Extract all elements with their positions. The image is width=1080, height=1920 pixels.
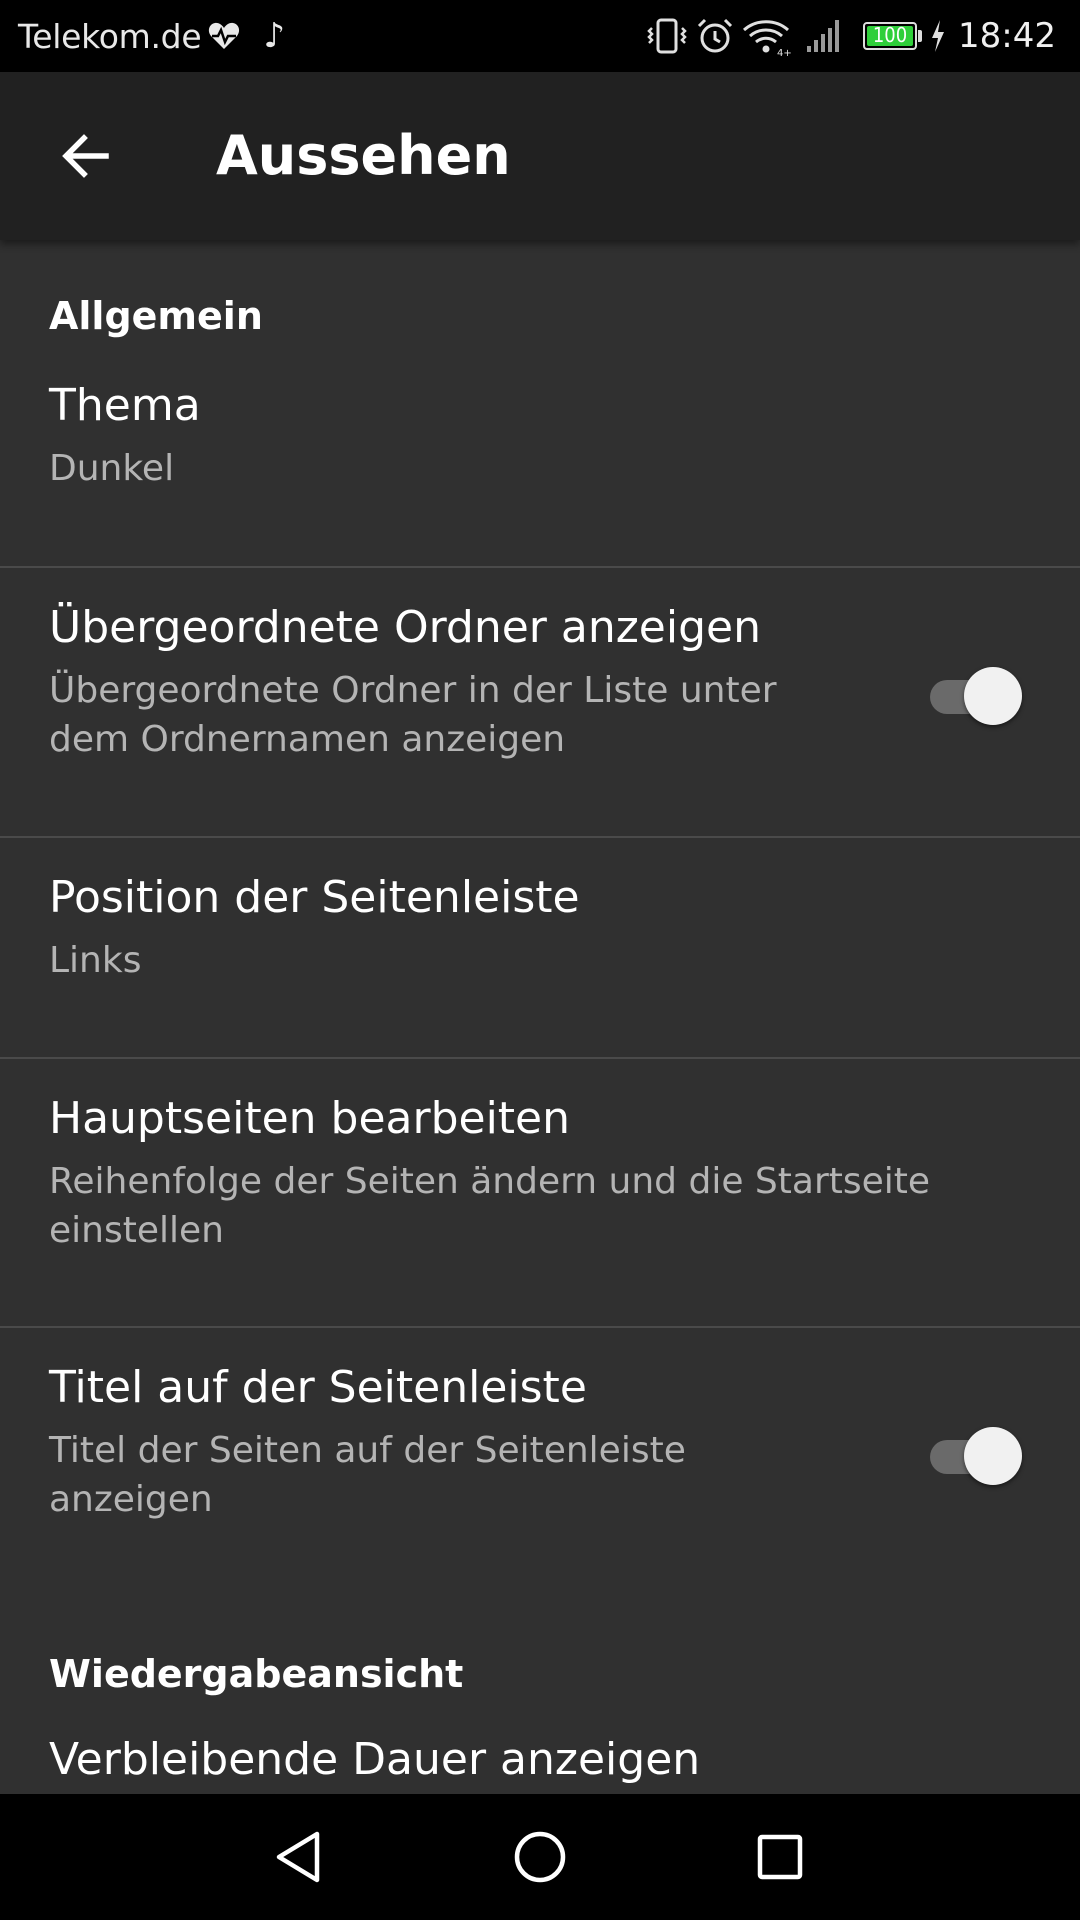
charging-icon — [932, 20, 945, 52]
svg-text:4+: 4+ — [777, 48, 791, 58]
nav-recents-icon[interactable] — [745, 1822, 815, 1892]
carrier-label: Telekom.de — [18, 16, 202, 56]
screen: Telekom.de ♪ 4+ 100 18:42 Aussehen Allge… — [0, 0, 1080, 1920]
app-bar: Aussehen — [0, 72, 1080, 240]
battery-level: 100 — [872, 23, 908, 47]
heart-icon — [209, 22, 240, 49]
sidebar-titles-toggle[interactable] — [926, 1422, 1022, 1486]
status-bar-left: Telekom.de ♪ — [18, 0, 285, 72]
status-bar: Telekom.de ♪ 4+ 100 18:42 — [0, 0, 1080, 72]
parent-folders-toggle[interactable] — [926, 662, 1022, 726]
pref-parent-folders-title: Übergeordnete Ordner anzeigen — [49, 602, 761, 653]
pref-sidebar-titles[interactable]: Titel auf der Seitenleiste Titel der Sei… — [0, 1328, 1080, 1598]
pref-sidebar-titles-summary-line2: anzeigen — [49, 1479, 213, 1520]
toggle-thumb — [964, 1427, 1022, 1485]
pref-sidebar-position-summary: Links — [49, 940, 142, 981]
nav-back-icon[interactable] — [265, 1822, 335, 1892]
battery-icon: 100 — [863, 22, 918, 50]
signal-icon — [807, 20, 840, 52]
pref-remaining-duration[interactable]: Verbleibende Dauer anzeigen — [0, 1734, 1080, 1794]
arrow-back-icon[interactable] — [56, 126, 116, 186]
preferences-list: Allgemein Thema Dunkel Übergeordnete Ord… — [0, 240, 1080, 1794]
navigation-bar — [0, 1794, 1080, 1920]
pref-edit-main-pages-summary-line2: einstellen — [49, 1210, 224, 1251]
status-time: 18:42 — [958, 16, 1056, 56]
section-header-general: Allgemein — [49, 294, 263, 338]
pref-edit-main-pages-summary-line1: Reihenfolge der Seiten ändern und die St… — [49, 1161, 931, 1202]
pref-sidebar-titles-title: Titel auf der Seitenleiste — [49, 1362, 587, 1413]
pref-sidebar-position-title: Position der Seitenleiste — [49, 872, 580, 923]
pref-theme-summary: Dunkel — [49, 448, 175, 489]
pref-sidebar-titles-summary-line1: Titel der Seiten auf der Seitenleiste — [49, 1430, 686, 1471]
pref-edit-main-pages-title: Hauptseiten bearbeiten — [49, 1093, 571, 1144]
pref-parent-folders-summary-line2: dem Ordnernamen anzeigen — [49, 719, 566, 760]
status-bar-right: 4+ 100 18:42 — [645, 0, 1056, 72]
battery-cap — [918, 30, 923, 42]
music-note-icon: ♪ — [263, 16, 286, 56]
vibrate-icon — [647, 18, 687, 54]
alarm-icon — [697, 18, 733, 53]
section-header-playback: Wiedergabeansicht — [49, 1652, 464, 1696]
pref-parent-folders-summary-line1: Übergeordnete Ordner in der Liste unter — [49, 670, 777, 711]
wifi-icon: 4+ — [743, 20, 791, 58]
pref-remaining-duration-title: Verbleibende Dauer anzeigen — [49, 1734, 701, 1785]
nav-home-icon[interactable] — [505, 1822, 575, 1892]
pref-theme-title: Thema — [49, 380, 201, 431]
pref-sidebar-position[interactable]: Position der Seitenleiste Links — [0, 838, 1080, 1058]
pref-edit-main-pages[interactable]: Hauptseiten bearbeiten Reihenfolge der S… — [0, 1059, 1080, 1329]
toggle-thumb — [964, 667, 1022, 725]
page-title: Aussehen — [216, 124, 511, 187]
pref-parent-folders[interactable]: Übergeordnete Ordner anzeigen Übergeordn… — [0, 568, 1080, 838]
